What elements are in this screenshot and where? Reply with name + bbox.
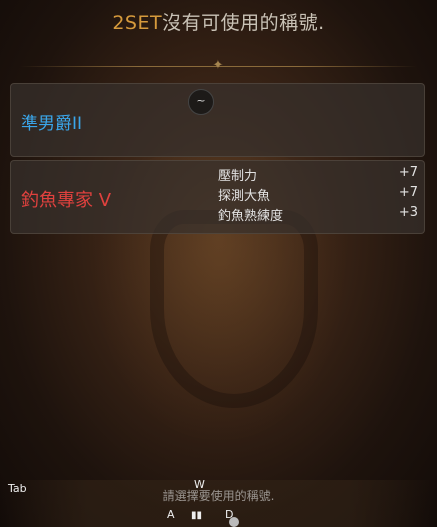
stat-value: +7 — [398, 185, 418, 200]
title-stats: 壓制力 +7 探測大魚 +7 釣魚熟練度 +3 — [218, 165, 418, 225]
stat-value: +3 — [398, 205, 418, 220]
page-title: 2SET沒有可使用的稱號. — [0, 8, 437, 35]
stat-row: 探測大魚 +7 — [218, 185, 418, 205]
title-card-fishing-expert[interactable]: 釣魚專家 V 壓制力 +7 探測大魚 +7 釣魚熟練度 +3 — [10, 160, 425, 234]
a-key: A — [167, 508, 175, 521]
title-name: 釣魚專家 V — [21, 190, 112, 211]
preset-name: 2SET — [112, 12, 163, 34]
joystick-icon — [229, 517, 239, 527]
stat-row: 釣魚熟練度 +3 — [218, 205, 418, 225]
stat-label: 釣魚熟練度 — [218, 209, 284, 224]
stat-value: +7 — [398, 165, 418, 180]
ornament-icon: ✦ — [212, 58, 224, 73]
title-message: 沒有可使用的稱號. — [162, 12, 325, 34]
background-crest-inner — [150, 210, 318, 408]
stat-row: 壓制力 +7 — [218, 165, 418, 185]
title-card-baronet[interactable]: ~ 準男爵II — [10, 83, 425, 157]
title-name: 準男爵II — [21, 114, 83, 134]
stat-label: 探測大魚 — [218, 189, 271, 204]
stat-label: 壓制力 — [218, 169, 258, 184]
selection-hint: 請選擇要使用的稱號. — [162, 489, 275, 503]
mouse-icon: ▮▮ — [191, 510, 203, 521]
w-key: W — [194, 478, 205, 491]
tilde-key-badge: ~ — [188, 89, 214, 115]
